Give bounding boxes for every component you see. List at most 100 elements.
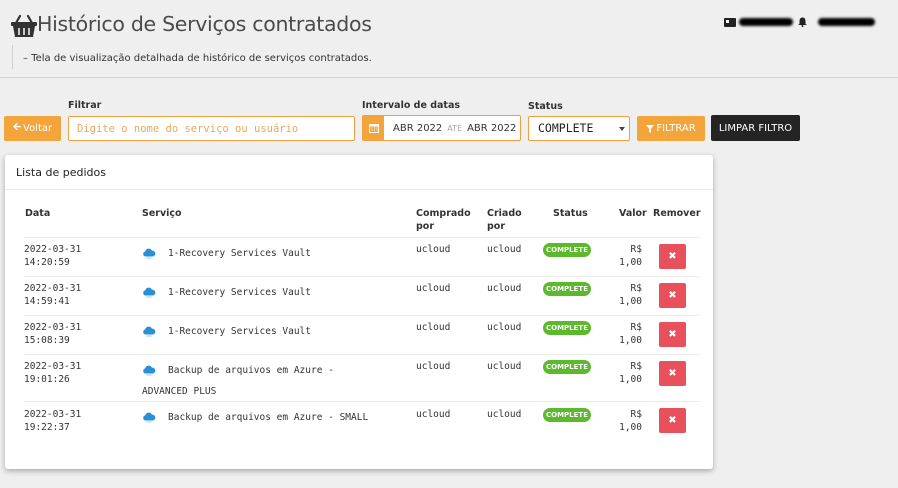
col-header-created-by: Criado por: [487, 207, 522, 233]
remove-button[interactable]: ✖: [659, 408, 686, 433]
status-select-value: COMPLETE: [538, 121, 594, 135]
row-created-by: ucloud: [487, 361, 522, 372]
row-amount: 1,00: [619, 296, 642, 307]
row-value: R$ 1,00: [602, 360, 642, 386]
redacted-account-name: [739, 18, 793, 26]
row-date: 2022-03-31 14:20:59: [24, 243, 81, 269]
row-service-name: Backup de arquivos em Azure -: [168, 365, 334, 376]
remove-button[interactable]: ✖: [659, 283, 686, 308]
cloud-icon: [143, 365, 156, 376]
row-service-name: 1-Recovery Services Vault: [168, 248, 311, 259]
filter-label: Filtrar: [68, 100, 102, 111]
col-header-created-by-line2: por: [487, 221, 506, 232]
filter-button[interactable]: FILTRAR: [637, 116, 705, 141]
row-created-by: ucloud: [487, 409, 522, 420]
row-currency: R$: [630, 244, 642, 255]
page-subtitle-text: Tela de visualização detalhada de histór…: [31, 53, 372, 64]
row-service-line1: Backup de arquivos em Azure -: [142, 364, 334, 377]
close-icon: ✖: [668, 329, 677, 340]
row-service: Backup de arquivos em Azure - SMALL: [142, 411, 368, 424]
table-row: 2022-03-31 14:20:59 1-Recovery Services …: [24, 237, 700, 276]
row-created-by: ucloud: [487, 283, 522, 294]
bell-icon[interactable]: [798, 17, 807, 27]
col-header-bought-by: Comprado por: [416, 207, 471, 233]
row-date: 2022-03-31 19:22:37: [24, 408, 81, 434]
id-card-icon: [724, 17, 736, 27]
cloud-icon: [143, 326, 156, 337]
redacted-user-name: [818, 18, 875, 26]
row-value: R$ 1,00: [602, 282, 642, 308]
status-badge: COMPLETE: [543, 408, 591, 422]
row-amount: 1,00: [619, 257, 642, 268]
row-amount: 1,00: [619, 422, 642, 433]
row-service: 1-Recovery Services Vault: [142, 325, 311, 338]
row-currency: R$: [630, 322, 642, 333]
back-button[interactable]: 🡨 Voltar: [4, 116, 61, 141]
col-header-remove: Remover: [653, 208, 701, 219]
row-amount: 1,00: [619, 374, 642, 385]
search-input[interactable]: [68, 116, 355, 141]
row-service-name: 1-Recovery Services Vault: [168, 287, 311, 298]
orders-card: Lista de pedidos Data Serviço Comprado p…: [5, 155, 713, 469]
row-date-day: 2022-03-31: [24, 361, 82, 372]
table-row: 2022-03-31 15:08:39 1-Recovery Services …: [24, 315, 700, 354]
row-date-time: 14:59:41: [24, 296, 70, 307]
status-badge: COMPLETE: [543, 321, 591, 335]
row-date-time: 15:08:39: [24, 335, 70, 346]
page-title: Histórico de Serviços contratados: [37, 12, 372, 36]
col-header-bought-by-line1: Comprado: [416, 208, 471, 219]
row-created-by: ucloud: [487, 244, 522, 255]
row-value: R$ 1,00: [602, 408, 642, 434]
row-date-time: 19:01:26: [24, 374, 70, 385]
row-value: R$ 1,00: [602, 321, 642, 347]
status-select[interactable]: COMPLETE: [528, 116, 630, 141]
clear-filter-button-label: LIMPAR FILTRO: [718, 122, 793, 134]
clear-filter-button[interactable]: LIMPAR FILTRO: [711, 115, 800, 141]
remove-button[interactable]: ✖: [659, 361, 686, 386]
close-icon: ✖: [668, 251, 677, 262]
close-icon: ✖: [668, 415, 677, 426]
row-date: 2022-03-31 15:08:39: [24, 321, 81, 347]
cloud-icon: [143, 412, 156, 423]
page-subtitle: – Tela de visualização detalhada de hist…: [12, 45, 372, 69]
arrow-left-icon: 🡨: [12, 122, 21, 133]
date-start: ABR 2022: [393, 122, 443, 134]
calendar-icon: [363, 116, 384, 140]
date-range-label: Intervalo de datas: [362, 100, 461, 111]
row-bought-by: ucloud: [416, 409, 451, 420]
table-row: 2022-03-31 19:01:26 Backup de arquivos e…: [24, 354, 700, 401]
status-label: Status: [528, 101, 563, 112]
col-header-created-by-line1: Criado: [487, 208, 522, 219]
row-bought-by: ucloud: [416, 283, 451, 294]
divider: [5, 189, 713, 190]
row-date-day: 2022-03-31: [24, 322, 82, 333]
row-service: Backup de arquivos em Azure - ADVANCED P…: [142, 364, 334, 398]
remove-button[interactable]: ✖: [659, 244, 686, 269]
row-amount: 1,00: [619, 335, 642, 346]
col-header-status: Status: [553, 208, 588, 219]
basket-icon: [11, 14, 37, 37]
table-row: 2022-03-31 19:22:37 Backup de arquivos e…: [24, 401, 700, 440]
col-header-bought-by-line2: por: [416, 221, 435, 232]
row-date: 2022-03-31 19:01:26: [24, 360, 81, 386]
row-service: 1-Recovery Services Vault: [142, 286, 311, 299]
row-date-time: 19:22:37: [24, 422, 70, 433]
remove-button[interactable]: ✖: [659, 322, 686, 347]
row-value: R$ 1,00: [602, 243, 642, 269]
row-date: 2022-03-31 14:59:41: [24, 282, 81, 308]
col-header-date: Data: [25, 208, 51, 219]
status-badge: COMPLETE: [543, 360, 591, 374]
page-header: Histórico de Serviços contratados – Tela…: [0, 0, 898, 78]
row-service: 1-Recovery Services Vault: [142, 247, 311, 260]
status-badge: COMPLETE: [543, 282, 591, 296]
date-range-picker[interactable]: ABR 2022 ATÉ ABR 2022: [362, 115, 521, 141]
date-separator: ATÉ: [447, 123, 463, 133]
user-area[interactable]: [724, 15, 875, 29]
row-currency: R$: [630, 409, 642, 420]
close-icon: ✖: [668, 290, 677, 301]
cloud-icon: [143, 287, 156, 298]
chevron-down-icon: [619, 127, 625, 131]
row-bought-by: ucloud: [416, 244, 451, 255]
row-currency: R$: [630, 361, 642, 372]
row-date-day: 2022-03-31: [24, 409, 82, 420]
